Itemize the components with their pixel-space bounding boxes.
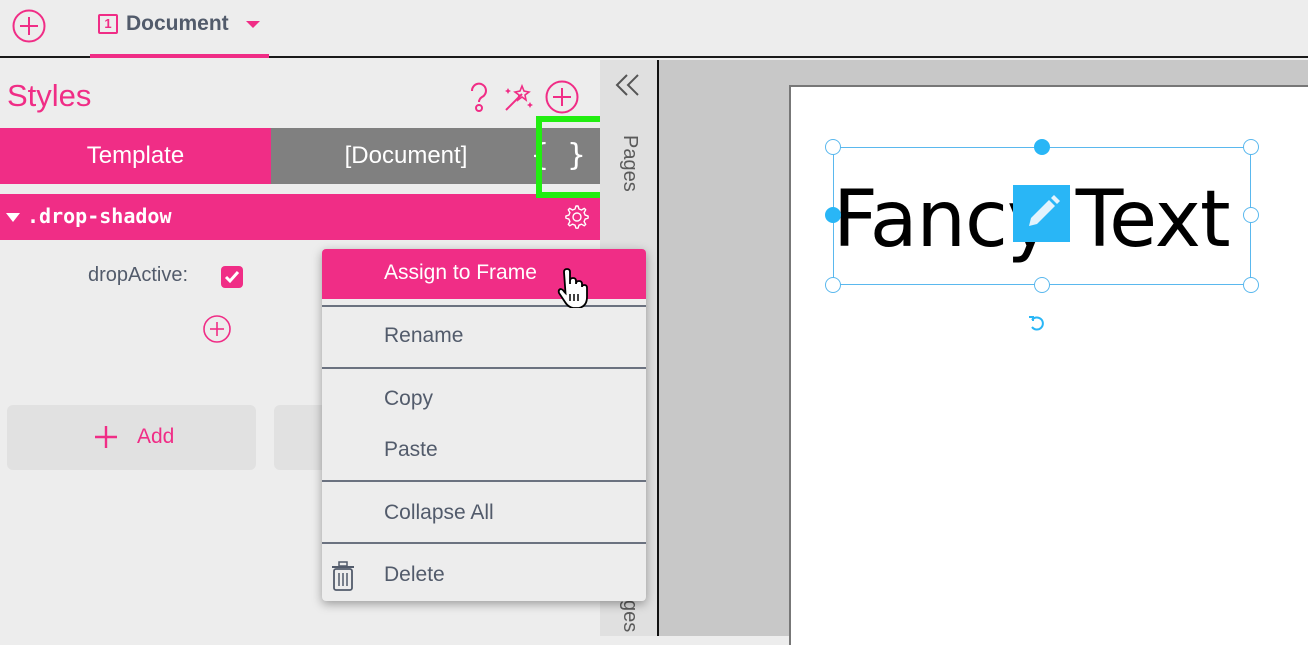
pencil-edit-icon[interactable] <box>1013 185 1070 242</box>
expand-triangle-icon[interactable] <box>6 213 20 222</box>
menu-separator <box>322 480 646 482</box>
context-menu: Assign to Frame Rename Copy Paste Collap… <box>322 249 646 601</box>
menu-separator <box>322 367 646 369</box>
magic-wand-icon[interactable] <box>502 80 536 114</box>
menu-item-copy[interactable]: Copy <box>322 375 646 425</box>
help-icon[interactable] <box>462 80 496 114</box>
double-chevron-left-icon[interactable] <box>613 70 643 100</box>
document-number-badge: 1 <box>98 14 118 34</box>
trash-icon <box>332 561 354 591</box>
hand-pointer-cursor-icon <box>557 268 588 308</box>
menu-item-label: Rename <box>384 324 464 347</box>
dropactive-checkbox[interactable] <box>221 266 243 288</box>
style-scope-tabs: Template [Document] { } <box>0 128 600 184</box>
menu-item-rename[interactable]: Rename <box>322 312 646 362</box>
resize-handle-top[interactable] <box>1034 139 1050 155</box>
property-label-dropactive: dropActive: <box>88 264 189 286</box>
plus-circle-icon[interactable] <box>545 80 579 114</box>
menu-item-label: Assign to Frame <box>384 261 537 284</box>
add-property-icon[interactable] <box>202 314 232 344</box>
menu-item-label: Paste <box>384 438 438 461</box>
panel-title: Styles <box>7 78 92 113</box>
resize-handle-top-right[interactable] <box>1243 139 1259 155</box>
caret-down-icon[interactable] <box>246 21 260 28</box>
rotate-icon[interactable] <box>1027 313 1047 333</box>
menu-item-paste[interactable]: Paste <box>322 426 646 476</box>
add-style-button[interactable]: Add <box>7 405 256 470</box>
menu-item-delete[interactable]: Delete <box>322 551 646 601</box>
menu-separator <box>322 542 646 544</box>
resize-handle-bottom-right[interactable] <box>1243 277 1259 293</box>
resize-handle-left[interactable] <box>825 207 841 223</box>
menu-item-label: Copy <box>384 387 434 410</box>
tab-document-label: [Document] <box>344 142 468 169</box>
add-button-label: Add <box>137 425 175 448</box>
pages-tab-bottom[interactable]: ges <box>618 600 641 632</box>
document-tab-label: Document <box>126 12 229 35</box>
plus-icon <box>95 426 117 448</box>
top-bar: 1 Document <box>0 0 1308 58</box>
canvas-area: Fancy Text <box>659 60 1308 645</box>
pages-tab[interactable]: Pages <box>618 135 641 192</box>
document-tab[interactable]: 1 Document <box>90 0 269 58</box>
resize-handle-bottom-left[interactable] <box>825 277 841 293</box>
menu-item-label: Collapse All <box>384 501 494 524</box>
plus-circle-icon[interactable] <box>12 9 46 43</box>
menu-item-assign-to-frame[interactable]: Assign to Frame <box>322 249 646 299</box>
resize-handle-top-left[interactable] <box>825 139 841 155</box>
gear-icon[interactable] <box>560 201 592 233</box>
resize-handle-bottom[interactable] <box>1034 277 1050 293</box>
style-entry-drop-shadow[interactable]: .drop-shadow <box>0 194 600 240</box>
style-name: .drop-shadow <box>27 204 172 228</box>
menu-separator <box>322 305 646 307</box>
tab-template[interactable]: Template <box>0 128 271 184</box>
resize-handle-right[interactable] <box>1243 207 1259 223</box>
menu-item-collapse-all[interactable]: Collapse All <box>322 489 646 539</box>
menu-item-label: Delete <box>384 563 445 586</box>
document-page[interactable]: Fancy Text <box>789 85 1308 645</box>
